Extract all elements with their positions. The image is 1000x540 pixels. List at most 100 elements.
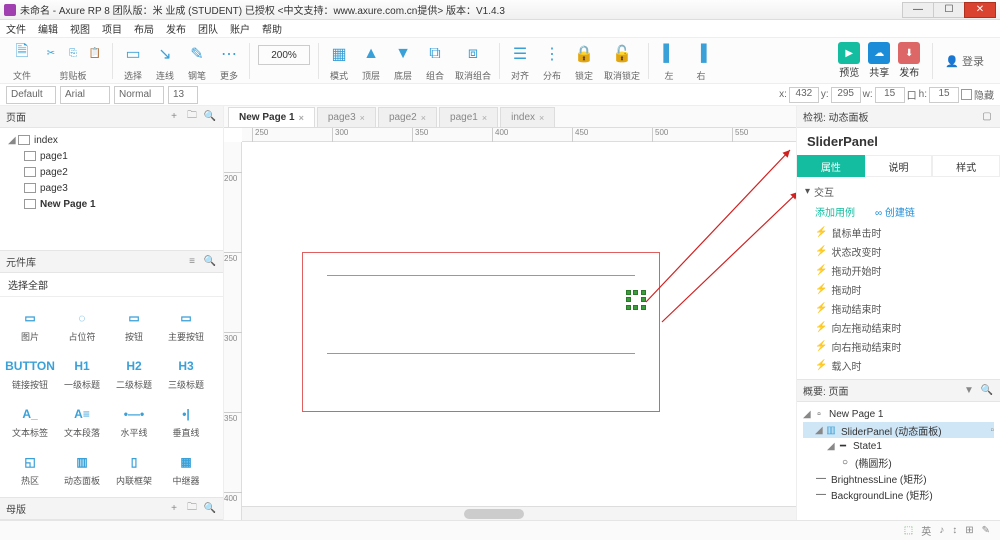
y-field[interactable]: 295: [831, 87, 861, 103]
close-tab-icon[interactable]: ×: [421, 113, 426, 123]
event-item[interactable]: ⚡向左拖动结束时: [805, 318, 992, 337]
master-search-icon[interactable]: 🔍: [203, 502, 217, 516]
share-button[interactable]: ☁: [868, 42, 890, 64]
line-widget[interactable]: [327, 275, 635, 276]
event-item[interactable]: ⚡状态改变时: [805, 242, 992, 261]
menu-文件[interactable]: 文件: [6, 21, 26, 36]
event-item[interactable]: ⚡鼠标单击时: [805, 223, 992, 242]
status-icon[interactable]: ♪: [939, 525, 944, 536]
outline-row[interactable]: —BackgroundLine (矩形): [803, 486, 994, 502]
widget-item[interactable]: H1一级标题: [56, 349, 108, 397]
login-button[interactable]: 👤 登录: [945, 53, 984, 69]
back-icon[interactable]: ▼: [391, 42, 415, 66]
publish-button[interactable]: ⬇: [898, 42, 920, 64]
close-button[interactable]: ✕: [964, 2, 996, 18]
master-folder-icon[interactable]: 🗀: [185, 502, 199, 516]
line-widget[interactable]: [327, 353, 635, 354]
status-icon[interactable]: ⊞: [965, 525, 973, 536]
create-link[interactable]: ∞ 创建链: [875, 204, 915, 219]
select-all-dropdown[interactable]: 选择全部: [0, 273, 223, 297]
style-select[interactable]: Default: [6, 86, 56, 104]
close-tab-icon[interactable]: ×: [360, 113, 365, 123]
status-icon[interactable]: ↕: [952, 525, 957, 536]
page-tab[interactable]: page1×: [439, 107, 498, 127]
inspector-tab[interactable]: 说明: [865, 155, 933, 177]
close-tab-icon[interactable]: ×: [539, 113, 544, 123]
font-select[interactable]: Arial: [60, 86, 110, 104]
add-case-link[interactable]: 添加用例: [815, 204, 855, 219]
horizontal-scrollbar[interactable]: [242, 506, 796, 520]
outline-row[interactable]: ◢━State1: [803, 438, 994, 454]
menu-视图[interactable]: 视图: [70, 21, 90, 36]
event-item[interactable]: ⚡向右拖动结束时: [805, 337, 992, 356]
event-item[interactable]: ⚡拖动时: [805, 280, 992, 299]
search-icon[interactable]: 🔍: [203, 110, 217, 124]
widget-item[interactable]: ◱热区: [4, 445, 56, 493]
close-tab-icon[interactable]: ×: [299, 113, 304, 123]
copy-icon[interactable]: ⎘: [64, 45, 82, 63]
menu-编辑[interactable]: 编辑: [38, 21, 58, 36]
widget-item[interactable]: ▭图片: [4, 301, 56, 349]
status-icon[interactable]: ✎: [982, 525, 990, 536]
widget-item[interactable]: H3三级标题: [160, 349, 212, 397]
right-icon[interactable]: ▐: [689, 42, 713, 66]
widget-item[interactable]: ▭主要按钮: [160, 301, 212, 349]
menu-帮助[interactable]: 帮助: [262, 21, 282, 36]
outline-row[interactable]: ○(椭圆形): [803, 454, 994, 470]
left-icon[interactable]: ▌: [657, 42, 681, 66]
widget-item[interactable]: A_文本标签: [4, 397, 56, 445]
distribute-icon[interactable]: ⋮: [540, 42, 564, 66]
widget-item[interactable]: BUTTON链接按钮: [4, 349, 56, 397]
widget-item[interactable]: A≡文本段落: [56, 397, 108, 445]
menu-项目[interactable]: 项目: [102, 21, 122, 36]
event-item[interactable]: ⚡拖动开始时: [805, 261, 992, 280]
outline-row[interactable]: ◢▥SliderPanel (动态面板)▫: [803, 422, 994, 438]
inspector-tab[interactable]: 属性: [797, 155, 865, 177]
outline-row[interactable]: ◢▫New Page 1: [803, 406, 994, 422]
page-row[interactable]: page1: [6, 148, 217, 164]
canvas[interactable]: 250300350400450500550 200250300350400: [224, 128, 796, 520]
minimize-button[interactable]: —: [902, 2, 934, 18]
close-tab-icon[interactable]: ×: [482, 113, 487, 123]
widget-item[interactable]: •—•水平线: [108, 397, 160, 445]
lib-search-icon[interactable]: 🔍: [203, 255, 217, 269]
add-page-icon[interactable]: +: [167, 110, 181, 124]
front-icon[interactable]: ▲: [359, 42, 383, 66]
cut-icon[interactable]: ✂: [42, 45, 60, 63]
event-item[interactable]: ⚡拖动结束时: [805, 299, 992, 318]
selected-widget[interactable]: [626, 290, 646, 310]
page-tab[interactable]: page3×: [317, 107, 376, 127]
page-row[interactable]: ◢index: [6, 132, 217, 148]
zoom-select[interactable]: 200%: [258, 45, 310, 65]
menu-账户[interactable]: 账户: [230, 21, 250, 36]
unlock-icon[interactable]: 🔓: [610, 42, 634, 66]
widget-item[interactable]: •|垂直线: [160, 397, 212, 445]
add-folder-icon[interactable]: 🗀: [185, 110, 199, 124]
mode-icon[interactable]: ▦: [327, 42, 351, 66]
hide-checkbox[interactable]: [961, 89, 972, 100]
connect-icon[interactable]: ↘: [153, 42, 177, 66]
size-select[interactable]: 13: [168, 86, 198, 104]
add-master-icon[interactable]: +: [167, 502, 181, 516]
ime-indicator[interactable]: ⬚: [904, 525, 913, 536]
inspector-close-icon[interactable]: ▢: [980, 110, 994, 124]
widget-name[interactable]: SliderPanel: [797, 128, 1000, 155]
widget-item[interactable]: ▯内联框架: [108, 445, 160, 493]
file-icon[interactable]: 🗎: [10, 42, 34, 66]
page-row[interactable]: page3: [6, 180, 217, 196]
menu-布局[interactable]: 布局: [134, 21, 154, 36]
align-icon[interactable]: ☰: [508, 42, 532, 66]
pen-icon[interactable]: ✎: [185, 42, 209, 66]
lock-icon[interactable]: 🔒: [572, 42, 596, 66]
weight-select[interactable]: Normal: [114, 86, 164, 104]
ungroup-icon[interactable]: ⧈: [461, 42, 485, 66]
select-icon[interactable]: ▭: [121, 42, 145, 66]
event-item[interactable]: ⚡载入时: [805, 356, 992, 375]
more-icon[interactable]: ⋯: [217, 42, 241, 66]
page-row[interactable]: page2: [6, 164, 217, 180]
outline-search-icon[interactable]: 🔍: [980, 384, 994, 398]
page-tab[interactable]: page2×: [378, 107, 437, 127]
preview-button[interactable]: ▶: [838, 42, 860, 64]
widget-item[interactable]: ▦中继器: [160, 445, 212, 493]
paste-icon[interactable]: 📋: [86, 45, 104, 63]
